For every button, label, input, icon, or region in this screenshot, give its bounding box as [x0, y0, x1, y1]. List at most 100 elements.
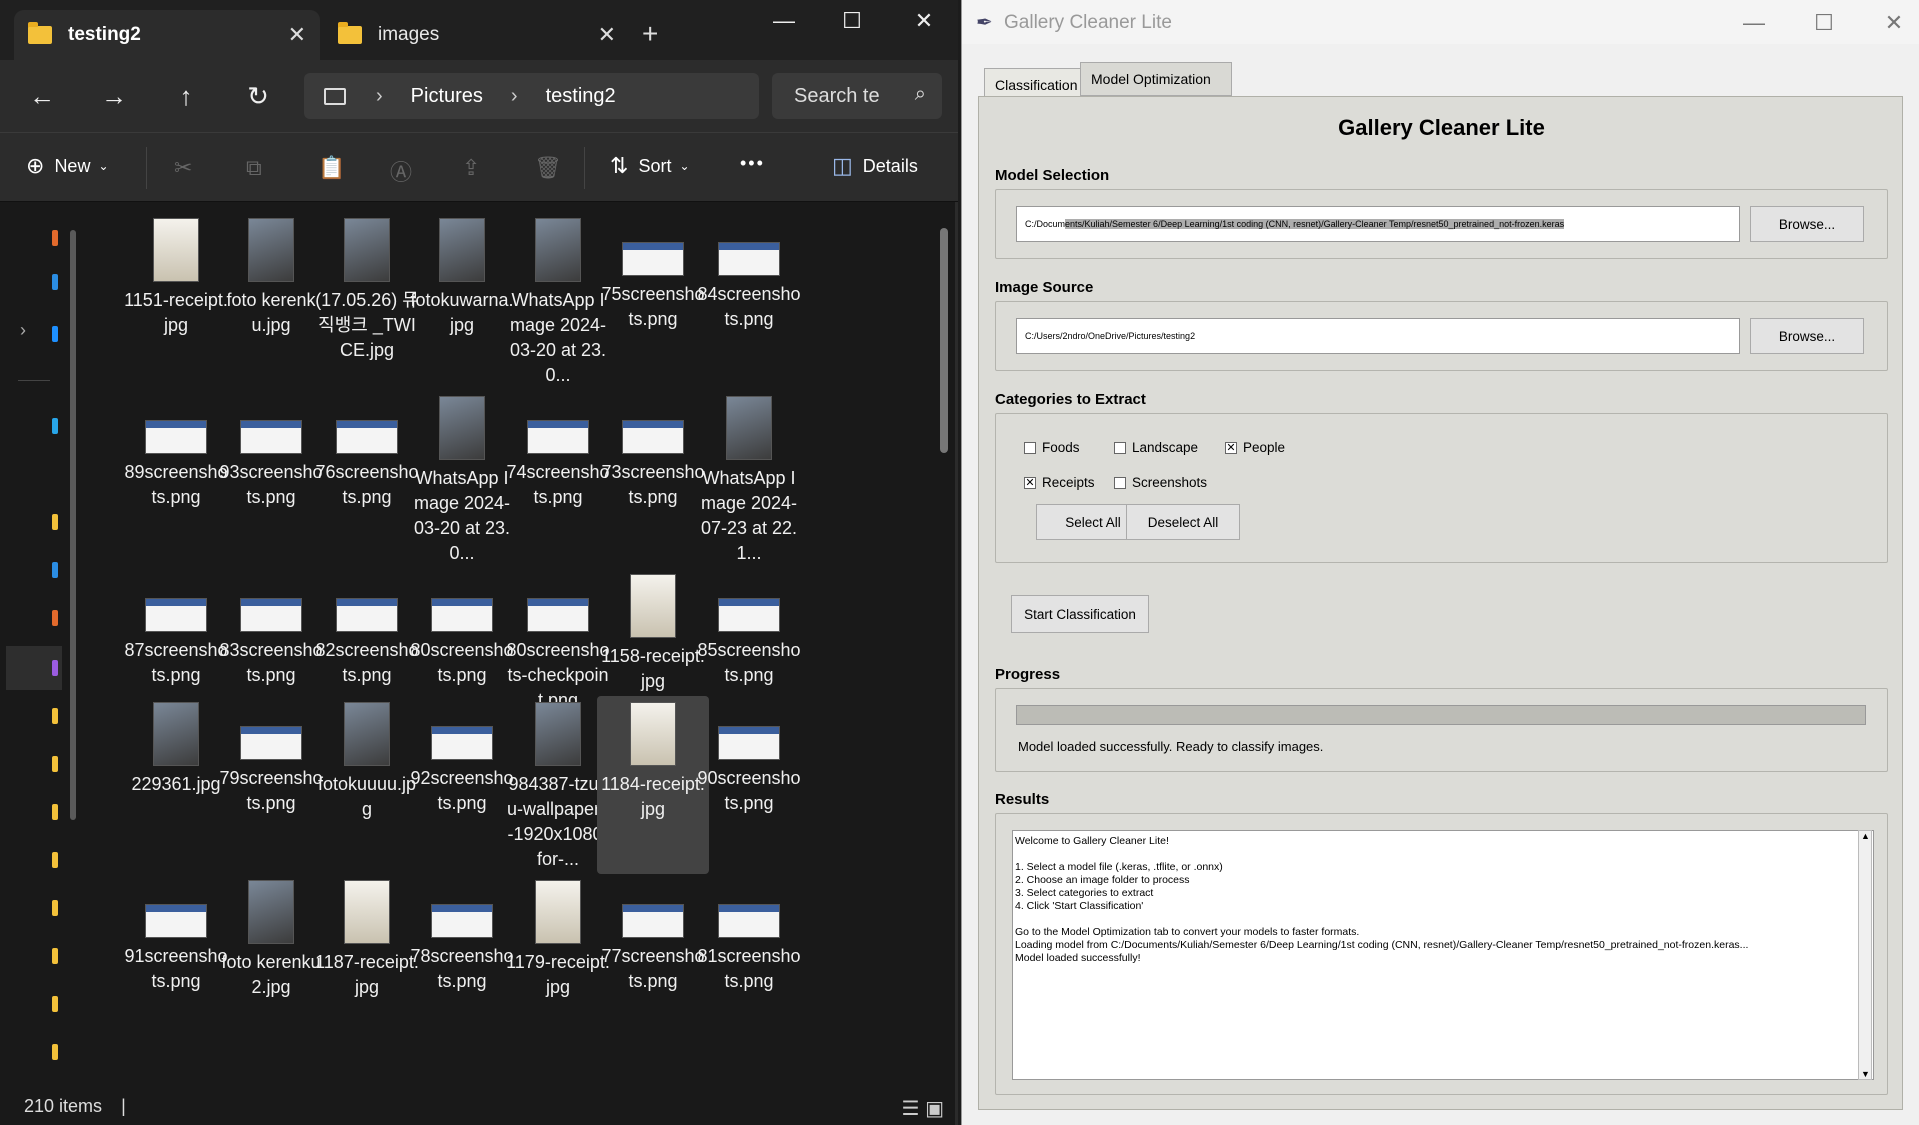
sort-button[interactable]: ⇅ Sort ⌄	[610, 153, 690, 179]
title-bar: ✒ Gallery Cleaner Lite — ☐ ✕	[962, 0, 1919, 44]
checkbox-receipts[interactable]: ✕ Receipts	[1024, 475, 1095, 490]
share-icon[interactable]: ⇪	[462, 155, 480, 181]
folder-icon[interactable]	[52, 610, 58, 626]
image-folder-input[interactable]: C:/Users/2ndro/OneDrive/Pictures/testing…	[1016, 318, 1740, 354]
tab-testing2[interactable]: testing2 ✕	[14, 10, 320, 60]
model-path-input[interactable]: C:/Documents/Kuliah/Semester 6/Deep Lear…	[1016, 206, 1740, 242]
photo-thumbnail	[535, 702, 581, 766]
breadcrumb-pictures[interactable]: Pictures	[411, 85, 483, 108]
checkbox-box	[1114, 476, 1126, 489]
minimize-icon[interactable]: —	[764, 8, 804, 34]
tab-images[interactable]: images ✕	[324, 10, 630, 60]
folder-icon[interactable]	[52, 804, 58, 820]
file-grid-scrollbar[interactable]	[940, 228, 948, 453]
delete-icon[interactable]: 🗑	[534, 155, 562, 181]
breadcrumb-testing2[interactable]: testing2	[546, 85, 616, 108]
checkbox-landscape[interactable]: Landscape	[1114, 440, 1198, 455]
search-placeholder: Search te	[794, 85, 880, 107]
close-window-icon[interactable]: ✕	[1874, 10, 1914, 36]
checkbox-foods[interactable]: Foods	[1024, 440, 1080, 455]
folder-icon[interactable]	[52, 756, 58, 772]
photo-thumbnail	[153, 702, 199, 766]
scroll-down-icon[interactable]: ▼	[1861, 1069, 1870, 1079]
classification-panel: Gallery Cleaner Lite Model Selection C:/…	[978, 96, 1903, 1110]
folder-icon[interactable]	[52, 996, 58, 1012]
shot-thumbnail	[622, 420, 684, 454]
photo-thumbnail	[344, 702, 390, 766]
folder-icon[interactable]	[52, 514, 58, 530]
results-scrollbar[interactable]: ▲ ▼	[1858, 830, 1872, 1080]
folder-icon[interactable]	[52, 660, 58, 676]
shot-thumbnail	[336, 420, 398, 454]
shot-thumbnail	[718, 726, 780, 760]
paste-icon[interactable]: 📋	[318, 155, 345, 181]
more-icon: •••	[740, 153, 765, 173]
folder-icon[interactable]	[52, 852, 58, 868]
forward-arrow-icon[interactable]: →	[94, 76, 134, 116]
checkbox-label: Receipts	[1042, 475, 1095, 490]
results-line	[1015, 848, 1873, 861]
tab-label: images	[378, 24, 440, 45]
view-toggle-icons[interactable]: ☰ ▣	[902, 1096, 944, 1121]
chevron-down-icon: ⌄	[679, 159, 690, 173]
start-classification-button[interactable]: Start Classification	[1011, 595, 1149, 633]
new-tab-button[interactable]: +	[642, 18, 658, 50]
refresh-icon[interactable]: ↻	[238, 76, 278, 116]
file-item[interactable]: 84screenshots.png	[693, 212, 805, 390]
address-bar[interactable]: › Pictures › testing2	[304, 73, 759, 119]
quick-access-icon[interactable]	[52, 230, 58, 246]
chevron-down-icon: ⌄	[98, 159, 109, 173]
close-tab-icon[interactable]: ✕	[598, 22, 616, 48]
file-item[interactable]: 90screenshots.png	[693, 696, 805, 874]
up-arrow-icon[interactable]: ↑	[166, 76, 206, 116]
scroll-up-icon[interactable]: ▲	[1861, 831, 1870, 841]
results-line: Loading model from C:/Documents/Kuliah/S…	[1015, 939, 1749, 951]
details-button[interactable]: ◫ Details	[832, 153, 918, 179]
image-source-label: Image Source	[995, 279, 1094, 296]
deselect-all-button[interactable]: Deselect All	[1126, 504, 1240, 540]
close-tab-icon[interactable]: ✕	[288, 22, 306, 48]
copy-icon[interactable]: ⧉	[246, 155, 262, 181]
photo-thumbnail	[439, 396, 485, 460]
file-item[interactable]: 81screenshots.png	[693, 874, 805, 1052]
explorer-tab-bar: testing2 ✕ images ✕ + — ☐ ✕	[0, 0, 958, 60]
browse-model-button[interactable]: Browse...	[1750, 206, 1864, 242]
results-textbox[interactable]: Welcome to Gallery Cleaner Lite! 1. Selec…	[1012, 830, 1874, 1080]
folder-icon[interactable]	[52, 900, 58, 916]
onedrive-icon[interactable]	[52, 326, 58, 342]
results-line: 2. Choose an image folder to process	[1015, 874, 1190, 886]
maximize-icon[interactable]: ☐	[832, 8, 872, 34]
rename-icon[interactable]: Ⓐ	[390, 155, 412, 187]
checkbox-screenshots[interactable]: Screenshots	[1114, 475, 1207, 490]
more-options-button[interactable]: •••	[740, 153, 765, 174]
close-window-icon[interactable]: ✕	[904, 8, 944, 34]
search-input[interactable]: Search te ⌕	[772, 73, 942, 119]
folder-icon[interactable]	[52, 948, 58, 964]
results-line: Model loaded successfully!	[1015, 952, 1141, 964]
file-item[interactable]: WhatsApp Image 2024-07-23 at 22.1...	[693, 390, 805, 568]
folder-icon[interactable]	[52, 708, 58, 724]
desktop-icon[interactable]	[52, 274, 58, 290]
checkbox-label: Foods	[1042, 440, 1080, 455]
new-button[interactable]: ⊕ New ⌄	[26, 153, 109, 179]
folder-icon[interactable]	[52, 1044, 58, 1060]
minimize-icon[interactable]: —	[1734, 10, 1774, 36]
sort-label: Sort	[638, 155, 672, 176]
expand-chevron-icon[interactable]: ›	[20, 320, 26, 341]
photo-thumbnail	[344, 218, 390, 282]
model-path-selection: ents/Kuliah/Semester 6/Deep Learning/1st…	[1065, 219, 1565, 229]
nav-pane-scrollbar[interactable]	[70, 230, 76, 820]
folder-icon[interactable]	[52, 418, 58, 434]
back-arrow-icon[interactable]: ←	[22, 76, 62, 116]
categories-frame: Foods Landscape ✕ People ✕ Receipts Screen…	[995, 413, 1888, 563]
file-grid: 1151-receipt.jpg foto kerenku.jpg (17.05.2…	[120, 212, 930, 1080]
folder-icon[interactable]	[52, 562, 58, 578]
maximize-icon[interactable]: ☐	[1804, 10, 1844, 36]
browse-folder-button[interactable]: Browse...	[1750, 318, 1864, 354]
search-icon: ⌕	[914, 83, 926, 105]
photo-thumbnail	[248, 218, 294, 282]
this-pc-icon	[324, 87, 346, 105]
tab-model-optimization[interactable]: Model Optimization	[1080, 62, 1232, 96]
checkbox-people[interactable]: ✕ People	[1225, 440, 1285, 455]
cut-icon[interactable]: ✂	[174, 155, 192, 181]
